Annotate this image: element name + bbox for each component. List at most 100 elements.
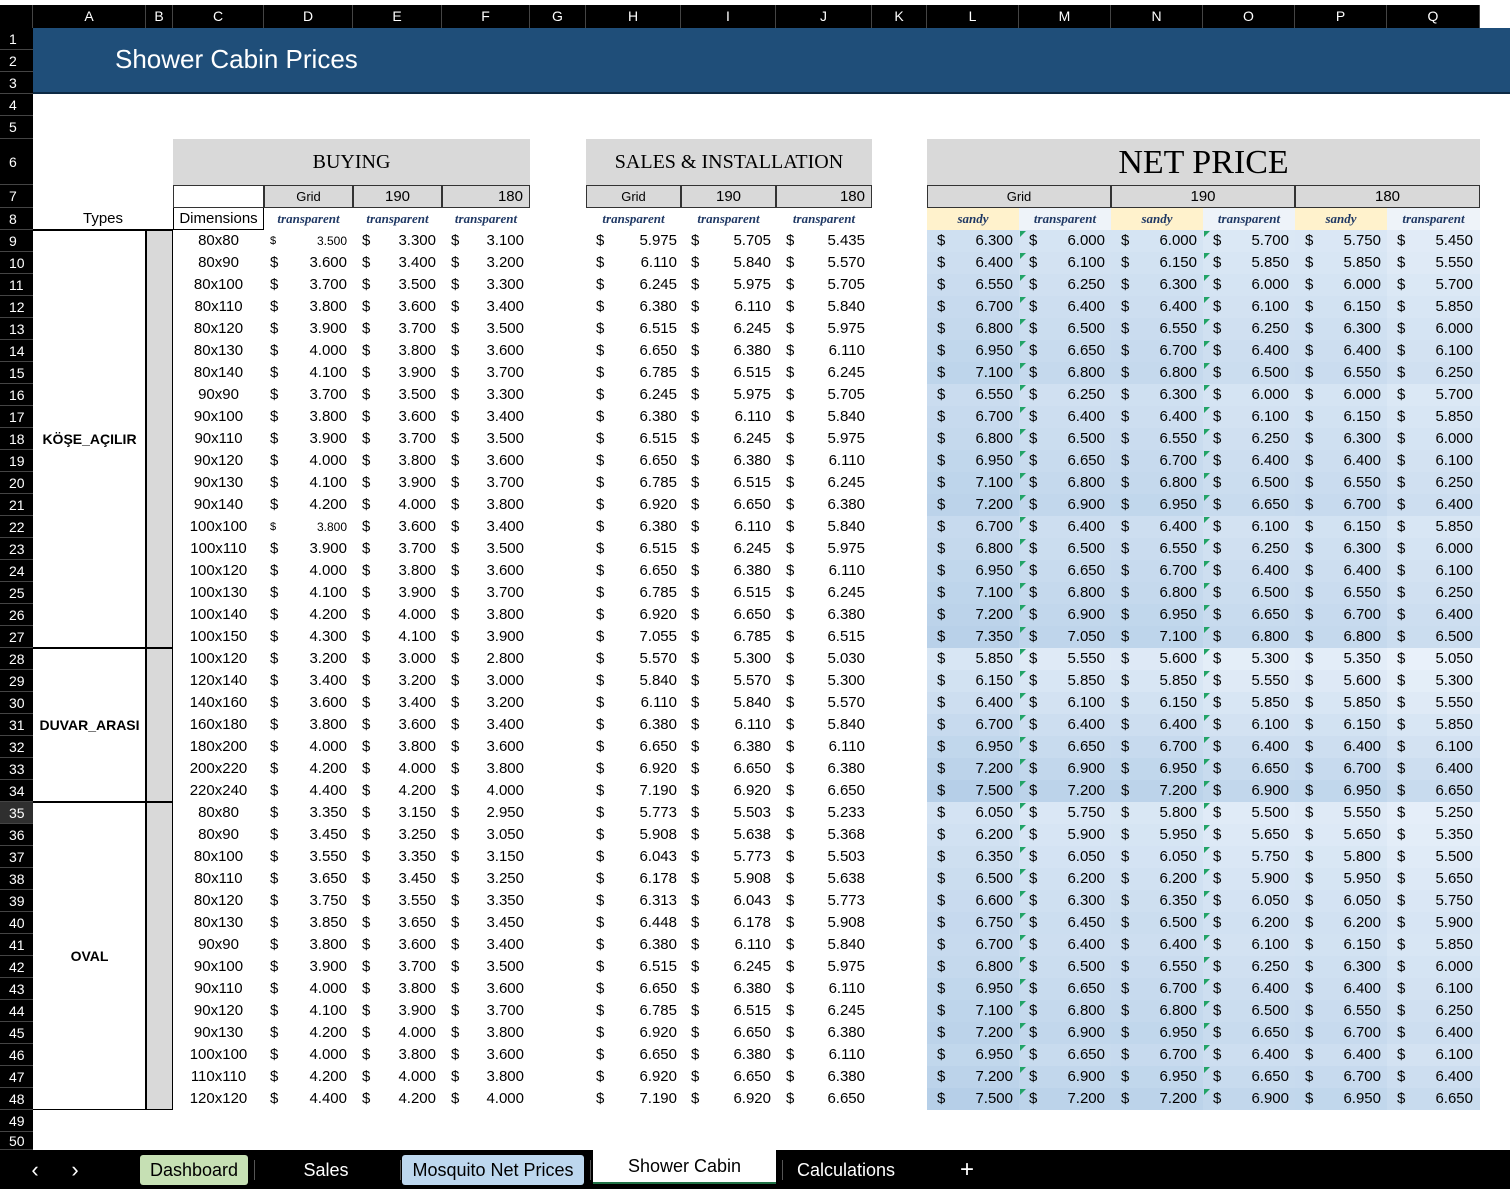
sales-180-price[interactable]: 6.380 [795,604,865,626]
row-header-16[interactable]: 16 [0,384,33,406]
sales-190-price[interactable]: 5.705 [701,230,771,252]
sales-180-price[interactable]: 5.908 [795,912,865,934]
net-180-sandy-price[interactable]: 6.150 [1311,516,1381,538]
row-header-40[interactable]: 40 [0,912,33,934]
sales-180-price[interactable]: 5.705 [795,384,865,406]
net-180-transparent-price[interactable]: 6.500 [1403,626,1473,648]
net-180-sandy-price[interactable]: 5.800 [1311,846,1381,868]
dimension-cell[interactable]: 80x100 [173,274,264,296]
net-190-sandy-price[interactable]: 7.200 [1127,780,1197,802]
net-190-transparent-price[interactable]: 6.650 [1219,604,1289,626]
dimension-cell[interactable]: 110x110 [173,1066,264,1088]
row-header-50[interactable]: 50 [0,1132,33,1150]
sales-190-price[interactable]: 6.920 [701,1088,771,1110]
sales-190-price[interactable]: 6.650 [701,1022,771,1044]
row-header-48[interactable]: 48 [0,1088,33,1110]
sales-grid-price[interactable]: 6.920 [607,494,677,516]
column-header-C[interactable]: C [173,5,264,28]
sales-190-price[interactable]: 6.110 [701,406,771,428]
net-180-transparent-price[interactable]: 6.650 [1403,780,1473,802]
buying-190-price[interactable]: 3.300 [366,230,436,252]
buying-grid-price[interactable]: 3.800 [277,406,347,428]
net-180-transparent-price[interactable]: 6.000 [1403,318,1473,340]
sales-grid-price[interactable]: 6.515 [607,538,677,560]
buying-grid-price[interactable]: 4.100 [277,362,347,384]
net-180-sandy-price[interactable]: 6.550 [1311,362,1381,384]
buying-180-price[interactable]: 3.600 [454,736,524,758]
buying-180-price[interactable]: 3.300 [454,384,524,406]
row-header-23[interactable]: 23 [0,538,33,560]
buying-190-price[interactable]: 3.800 [366,1044,436,1066]
net-grid-transparent-price[interactable]: 6.200 [1035,868,1105,890]
dimension-cell[interactable]: 90x120 [173,1000,264,1022]
dimension-cell[interactable]: 80x90 [173,252,264,274]
sales-180-price[interactable]: 5.975 [795,538,865,560]
net-grid-transparent-price[interactable]: 6.650 [1035,1044,1105,1066]
net-180-transparent-price[interactable]: 6.400 [1403,1066,1473,1088]
sales-190-price[interactable]: 5.908 [701,868,771,890]
row-header-28[interactable]: 28 [0,648,33,670]
row-header-33[interactable]: 33 [0,758,33,780]
sales-180-price[interactable]: 5.975 [795,318,865,340]
sales-190-price[interactable]: 6.245 [701,956,771,978]
row-header-29[interactable]: 29 [0,670,33,692]
sales-180-price[interactable]: 6.380 [795,1022,865,1044]
net-grid-transparent-price[interactable]: 6.400 [1035,296,1105,318]
net-180-sandy-price[interactable]: 6.400 [1311,450,1381,472]
row-header-43[interactable]: 43 [0,978,33,1000]
net-grid-transparent-price[interactable]: 7.200 [1035,780,1105,802]
dimension-cell[interactable]: 160x180 [173,714,264,736]
column-header-D[interactable]: D [264,5,353,28]
net-190-sandy-price[interactable]: 6.800 [1127,362,1197,384]
sales-grid-price[interactable]: 6.650 [607,560,677,582]
sheet-tab-dashboard[interactable]: Dashboard [140,1155,248,1185]
net-grid-transparent-price[interactable]: 6.800 [1035,1000,1105,1022]
sales-grid-price[interactable]: 6.043 [607,846,677,868]
sales-180-price[interactable]: 5.975 [795,956,865,978]
buying-grid-price[interactable]: 3.800 [277,934,347,956]
buying-grid-price[interactable]: 3.750 [277,890,347,912]
buying-grid-price[interactable]: 3.700 [277,274,347,296]
net-190-sandy-price[interactable]: 6.550 [1127,956,1197,978]
buying-grid-price[interactable]: 3.800 [277,516,347,538]
buying-grid-price[interactable]: 4.000 [277,978,347,1000]
row-header-7[interactable]: 7 [0,185,33,208]
buying-180-price[interactable]: 3.800 [454,758,524,780]
net-grid-transparent-price[interactable]: 6.900 [1035,604,1105,626]
sales-190-price[interactable]: 5.840 [701,252,771,274]
sheet-tab-sales-tracking[interactable]: Sales Tracking [258,1155,394,1185]
row-header-10[interactable]: 10 [0,252,33,274]
net-190-sandy-price[interactable]: 6.700 [1127,978,1197,1000]
buying-180-price[interactable]: 3.700 [454,582,524,604]
column-header-B[interactable]: B [146,5,173,28]
net-190-sandy-price[interactable]: 6.550 [1127,538,1197,560]
buying-grid-price[interactable]: 3.850 [277,912,347,934]
net-180-transparent-price[interactable]: 5.750 [1403,890,1473,912]
buying-grid-price[interactable]: 4.000 [277,736,347,758]
net-190-sandy-price[interactable]: 6.400 [1127,296,1197,318]
net-grid-transparent-price[interactable]: 6.250 [1035,274,1105,296]
row-header-22[interactable]: 22 [0,516,33,538]
sales-190-price[interactable]: 6.515 [701,472,771,494]
net-grid-sandy-price[interactable]: 6.500 [943,868,1013,890]
net-grid-transparent-price[interactable]: 5.900 [1035,824,1105,846]
net-grid-transparent-price[interactable]: 6.650 [1035,736,1105,758]
buying-180-price[interactable]: 3.400 [454,934,524,956]
net-grid-sandy-price[interactable]: 6.700 [943,714,1013,736]
sales-190-price[interactable]: 6.920 [701,780,771,802]
net-180-sandy-price[interactable]: 6.300 [1311,318,1381,340]
net-190-transparent-price[interactable]: 6.500 [1219,362,1289,384]
sales-190-price[interactable]: 6.178 [701,912,771,934]
buying-190-price[interactable]: 3.600 [366,406,436,428]
net-190-sandy-price[interactable]: 6.000 [1127,230,1197,252]
net-180-transparent-price[interactable]: 5.850 [1403,934,1473,956]
buying-grid-price[interactable]: 3.800 [277,296,347,318]
column-header-O[interactable]: O [1203,5,1295,28]
net-grid-sandy-price[interactable]: 6.800 [943,428,1013,450]
net-190-sandy-price[interactable]: 7.200 [1127,1088,1197,1110]
buying-180-price[interactable]: 3.500 [454,428,524,450]
net-grid-transparent-price[interactable]: 6.650 [1035,340,1105,362]
buying-190-price[interactable]: 4.200 [366,780,436,802]
buying-190-price[interactable]: 3.800 [366,450,436,472]
net-180-transparent-price[interactable]: 6.100 [1403,340,1473,362]
